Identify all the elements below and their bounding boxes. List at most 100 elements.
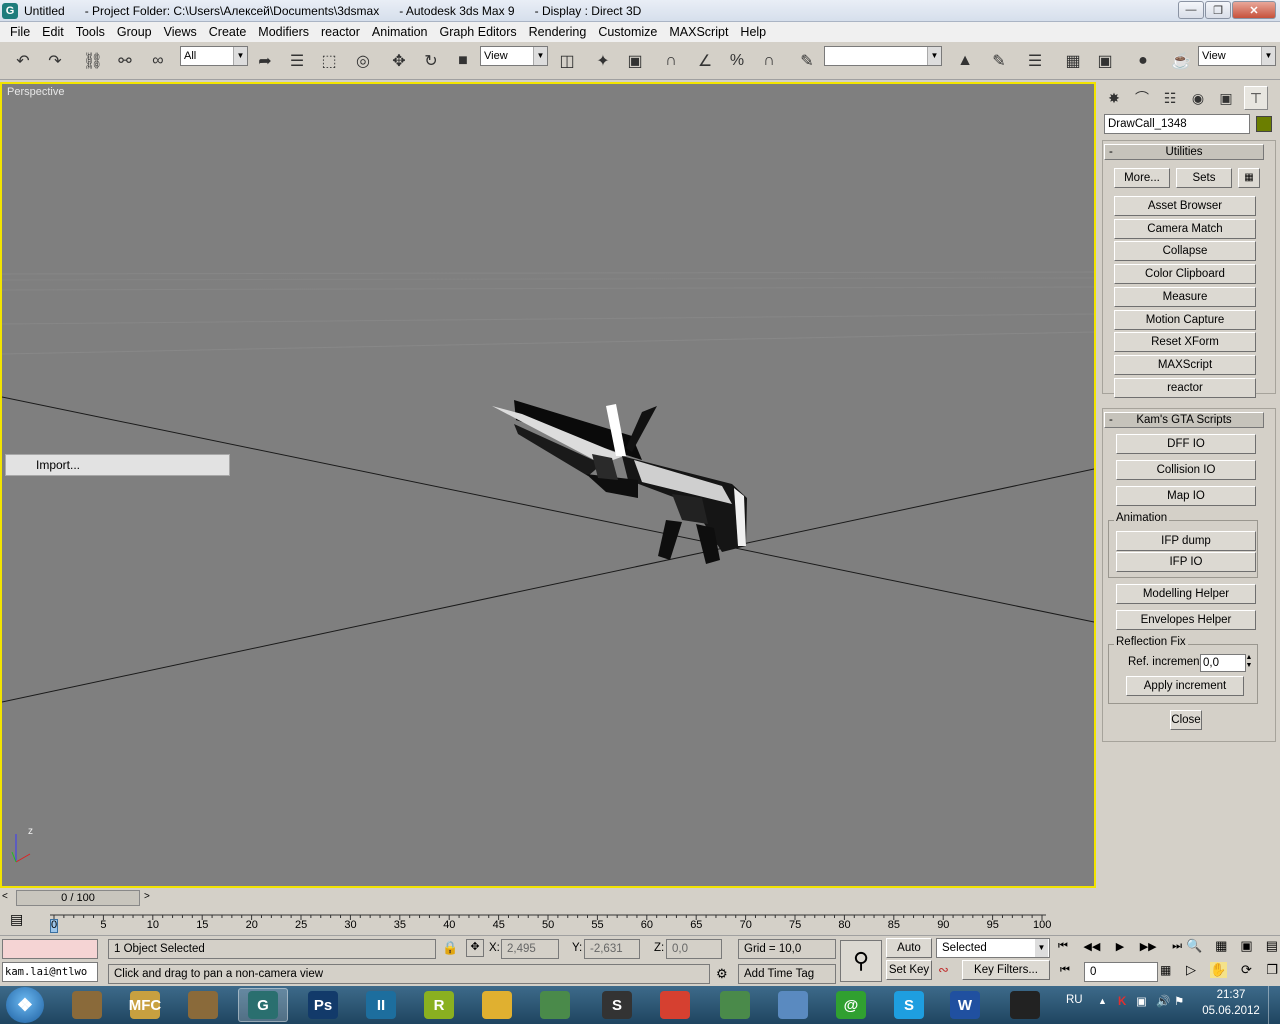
viewport-label[interactable]: Perspective — [7, 86, 64, 98]
next-frame-icon[interactable]: ▶▶ — [1140, 940, 1157, 960]
menu-graph-editors[interactable]: Graph Editors — [434, 25, 523, 39]
weapon-model[interactable] — [492, 400, 747, 564]
spinner-snap-icon[interactable]: ∩ — [756, 48, 782, 74]
gta-modelling-helper-button[interactable]: Modelling Helper — [1116, 584, 1256, 604]
apply-increment-button[interactable]: Apply increment — [1126, 676, 1244, 696]
utility-color-clipboard-button[interactable]: Color Clipboard — [1114, 264, 1256, 284]
mirror-icon[interactable]: ▲ — [952, 48, 978, 74]
utility-maxscript-button[interactable]: MAXScript — [1114, 355, 1256, 375]
utility-collapse-button[interactable]: Collapse — [1114, 241, 1256, 261]
menu-customize[interactable]: Customize — [592, 25, 663, 39]
zoom-icon[interactable]: 🔍 — [1186, 938, 1202, 954]
menu-animation[interactable]: Animation — [366, 25, 434, 39]
3dsmax-icon[interactable]: G — [2, 2, 18, 19]
go-to-end-icon[interactable]: ⏭ — [1172, 940, 1182, 960]
utility-motion-capture-button[interactable]: Motion Capture — [1114, 310, 1256, 330]
default-in-out-tangents-icon[interactable]: ∾ — [938, 962, 949, 978]
render-type-dropdown[interactable]: View ▼ — [1198, 46, 1276, 66]
create-tab-icon[interactable]: ✸ — [1102, 86, 1126, 110]
menu-reactor[interactable]: reactor — [315, 25, 366, 39]
menu-group[interactable]: Group — [111, 25, 158, 39]
angle-snap-icon[interactable]: ∠ — [692, 48, 718, 74]
minimize-button[interactable]: — — [1178, 1, 1204, 19]
snap-icon[interactable]: ∩ — [658, 48, 684, 74]
zoom-extents-icon[interactable]: ▣ — [1240, 938, 1252, 954]
taskbar-app-2[interactable] — [178, 988, 228, 1022]
time-slider[interactable]: 0 / 100 — [16, 890, 140, 906]
unlink-icon[interactable]: ⚯ — [112, 48, 138, 74]
taskbar-app-0[interactable] — [62, 988, 112, 1022]
named-selection-dropdown[interactable]: ▼ — [824, 46, 942, 66]
taskbar-app-5[interactable]: II — [356, 988, 406, 1022]
add-time-tag-button[interactable]: Add Time Tag — [738, 964, 836, 984]
pan-hand-icon[interactable]: ✋ — [1210, 962, 1227, 978]
taskbar-app-6[interactable]: R — [414, 988, 464, 1022]
network-icon[interactable]: ▣ — [1136, 994, 1147, 1008]
menu-views[interactable]: Views — [158, 25, 203, 39]
key-filters-button[interactable]: Key Filters... — [962, 960, 1050, 980]
configure-button-sets-icon[interactable]: ▦ — [1238, 168, 1260, 188]
auto-key-button[interactable]: Auto Key — [886, 938, 932, 972]
zoom-extents-all-icon[interactable]: ▤ — [1266, 938, 1278, 954]
volume-icon[interactable]: 🔊 — [1156, 994, 1170, 1008]
track-bar[interactable]: ▤ 0 5 10 15 20 25 30 35 40 45 50 55 60 65 70 75 80 85 90 95… — [0, 907, 1096, 935]
edit-named-selection-icon[interactable]: ✎ — [794, 48, 820, 74]
rotate-icon[interactable]: ↻ — [418, 48, 444, 74]
display-tab-icon[interactable]: ▣ — [1214, 86, 1238, 110]
go-to-start-icon[interactable]: ⏮ — [1058, 940, 1068, 960]
windows-start-icon[interactable]: ❖ — [6, 987, 44, 1023]
key-mode-toggle-icon[interactable]: ⏮ — [1060, 964, 1070, 977]
taskbar-app-7[interactable] — [472, 988, 522, 1022]
gta-envelopes-helper-button[interactable]: Envelopes Helper — [1116, 610, 1256, 630]
play-icon[interactable]: ▶ — [1116, 940, 1124, 960]
y-coordinate-field[interactable]: -2,631 — [584, 939, 640, 959]
utility-measure-button[interactable]: Measure — [1114, 287, 1256, 307]
select-by-name-icon[interactable]: ☰ — [284, 48, 310, 74]
gta-scripts-rollout-header[interactable]: - Kam's GTA Scripts — [1104, 412, 1264, 428]
reference-coordinate-dropdown[interactable]: View ▼ — [480, 46, 548, 66]
clock-date[interactable]: 05.06.2012 — [1198, 1005, 1264, 1017]
redo-icon[interactable]: ↷ — [42, 48, 68, 74]
utilities-rollout-header[interactable]: - Utilities — [1104, 144, 1264, 160]
gta-map-io-button[interactable]: Map IO — [1116, 486, 1256, 506]
utility-reactor-button[interactable]: reactor — [1114, 378, 1256, 398]
percent-snap-icon[interactable]: % — [724, 48, 750, 74]
menu-help[interactable]: Help — [734, 25, 772, 39]
language-indicator[interactable]: RU — [1066, 994, 1083, 1006]
taskbar-app-12[interactable] — [768, 988, 818, 1022]
taskbar-app-3[interactable]: G — [238, 988, 288, 1022]
move-icon[interactable]: ✥ — [386, 48, 412, 74]
import-menu-item[interactable]: Import... — [36, 458, 80, 472]
taskbar-app-8[interactable] — [530, 988, 580, 1022]
absolute-mode-transform-icon[interactable]: ✥ — [466, 939, 484, 957]
menu-tools[interactable]: Tools — [70, 25, 111, 39]
more-button[interactable]: More... — [1114, 168, 1170, 188]
utility-asset-browser-button[interactable]: Asset Browser — [1114, 196, 1256, 216]
object-color-swatch[interactable] — [1256, 116, 1272, 132]
maxscript-mini-listener[interactable]: kam.lai@ntlwo — [2, 962, 98, 982]
taskbar-app-11[interactable] — [710, 988, 760, 1022]
utilities-tab-icon[interactable]: ⊤ — [1244, 86, 1268, 110]
keyboard-shortcut-icon[interactable]: ▣ — [622, 48, 648, 74]
schematic-view-icon[interactable]: ▣ — [1092, 48, 1118, 74]
show-hidden-icons-icon[interactable]: ▲ — [1098, 996, 1107, 1006]
current-frame-field[interactable]: 0 — [1084, 962, 1158, 982]
time-slider-next-icon[interactable]: > — [144, 891, 150, 902]
clock-time[interactable]: 21:37 — [1202, 989, 1260, 1001]
taskbar-app-10[interactable] — [650, 988, 700, 1022]
menu-edit[interactable]: Edit — [36, 25, 70, 39]
sets-button[interactable]: Sets — [1176, 168, 1232, 188]
motion-tab-icon[interactable]: ◉ — [1186, 86, 1210, 110]
utility-reset-xform-button[interactable]: Reset XForm — [1114, 332, 1256, 352]
menu-file[interactable]: File — [4, 25, 36, 39]
gta-collision-io-button[interactable]: Collision IO — [1116, 460, 1256, 480]
material-editor-icon[interactable]: ● — [1130, 48, 1156, 74]
taskbar-app-9[interactable]: S — [592, 988, 642, 1022]
selection-filter-dropdown[interactable]: All ▼ — [180, 46, 248, 66]
curve-editor-icon[interactable]: ▦ — [1060, 48, 1086, 74]
field-of-view-icon[interactable]: ▷ — [1186, 962, 1196, 978]
previous-frame-icon[interactable]: ◀◀ — [1083, 940, 1100, 960]
anim-ifp-io-button[interactable]: IFP IO — [1116, 552, 1256, 572]
set-key-button[interactable]: Set Key — [886, 960, 932, 980]
hierarchy-tab-icon[interactable]: ☷ — [1158, 86, 1182, 110]
